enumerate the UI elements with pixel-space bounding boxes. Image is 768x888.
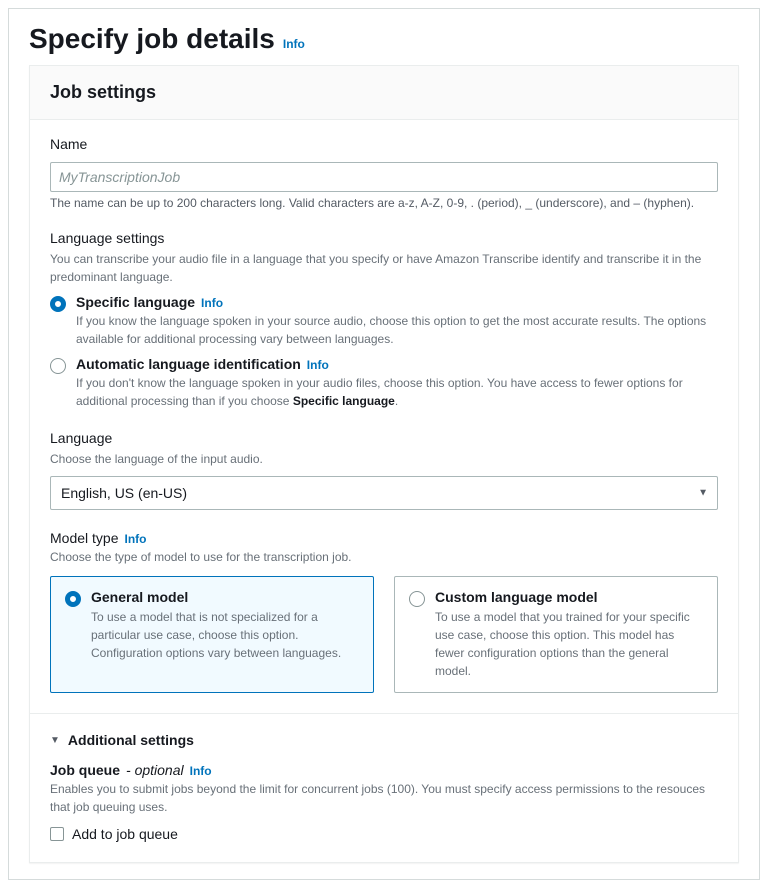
language-settings-label: Language settings	[50, 230, 718, 246]
model-type-info-link[interactable]: Info	[124, 532, 146, 546]
model-type-tiles: General model To use a model that is not…	[50, 576, 718, 693]
page-header: Specify job details Info	[9, 9, 759, 65]
job-queue-helper: Enables you to submit jobs beyond the li…	[50, 780, 718, 816]
language-settings-field: Language settings You can transcribe you…	[50, 230, 718, 410]
name-input[interactable]	[50, 162, 718, 192]
radio-icon[interactable]	[50, 358, 66, 374]
page-title: Specify job details	[29, 23, 275, 55]
language-field: Language Choose the language of the inpu…	[50, 430, 718, 510]
radio-auto-label: Automatic language identification	[76, 356, 301, 372]
radio-auto-language[interactable]: Automatic language identification Info I…	[50, 356, 718, 410]
tile-general-model[interactable]: General model To use a model that is not…	[50, 576, 374, 693]
language-helper: Choose the language of the input audio.	[50, 450, 718, 468]
radio-specific-info-link[interactable]: Info	[201, 296, 223, 310]
tile-general-label: General model	[91, 589, 359, 605]
name-field: Name The name can be up to 200 character…	[50, 136, 718, 210]
job-queue-field: Job queue - optional Info Enables you to…	[50, 762, 718, 842]
chevron-down-icon: ▼	[698, 488, 708, 499]
page-info-link[interactable]: Info	[283, 37, 305, 51]
tile-custom-label: Custom language model	[435, 589, 703, 605]
tile-general-desc: To use a model that is not specialized f…	[91, 608, 359, 662]
job-queue-checkbox-label: Add to job queue	[72, 826, 178, 842]
radio-specific-language[interactable]: Specific language Info If you know the l…	[50, 294, 718, 348]
divider	[30, 713, 738, 714]
radio-auto-info-link[interactable]: Info	[307, 358, 329, 372]
radio-icon[interactable]	[409, 591, 425, 607]
model-type-label: Model type	[50, 530, 118, 546]
job-settings-panel: Job settings Name The name can be up to …	[29, 65, 739, 863]
job-queue-checkbox[interactable]	[50, 827, 64, 841]
radio-icon[interactable]	[65, 591, 81, 607]
additional-settings-label: Additional settings	[68, 732, 194, 748]
language-settings-helper: You can transcribe your audio file in a …	[50, 250, 718, 286]
chevron-down-icon: ▼	[50, 735, 60, 746]
radio-icon[interactable]	[50, 296, 66, 312]
tile-custom-desc: To use a model that you trained for your…	[435, 608, 703, 680]
tile-custom-model[interactable]: Custom language model To use a model tha…	[394, 576, 718, 693]
additional-settings-toggle[interactable]: ▼ Additional settings	[50, 732, 718, 748]
radio-specific-label: Specific language	[76, 294, 195, 310]
radio-auto-desc: If you don't know the language spoken in…	[76, 374, 718, 410]
language-label: Language	[50, 430, 718, 446]
panel-header: Job settings	[30, 66, 738, 120]
panel-title: Job settings	[50, 82, 718, 103]
job-queue-checkbox-row[interactable]: Add to job queue	[50, 826, 718, 842]
name-label: Name	[50, 136, 718, 152]
radio-specific-desc: If you know the language spoken in your …	[76, 312, 718, 348]
panel-body: Name The name can be up to 200 character…	[30, 120, 738, 862]
model-type-field: Model type Info Choose the type of model…	[50, 530, 718, 693]
name-helper: The name can be up to 200 characters lon…	[50, 196, 718, 210]
page-container: Specify job details Info Job settings Na…	[8, 8, 760, 880]
language-selected-value: English, US (en-US)	[61, 485, 187, 501]
language-select[interactable]: English, US (en-US) ▼	[50, 476, 718, 510]
model-type-helper: Choose the type of model to use for the …	[50, 548, 718, 566]
